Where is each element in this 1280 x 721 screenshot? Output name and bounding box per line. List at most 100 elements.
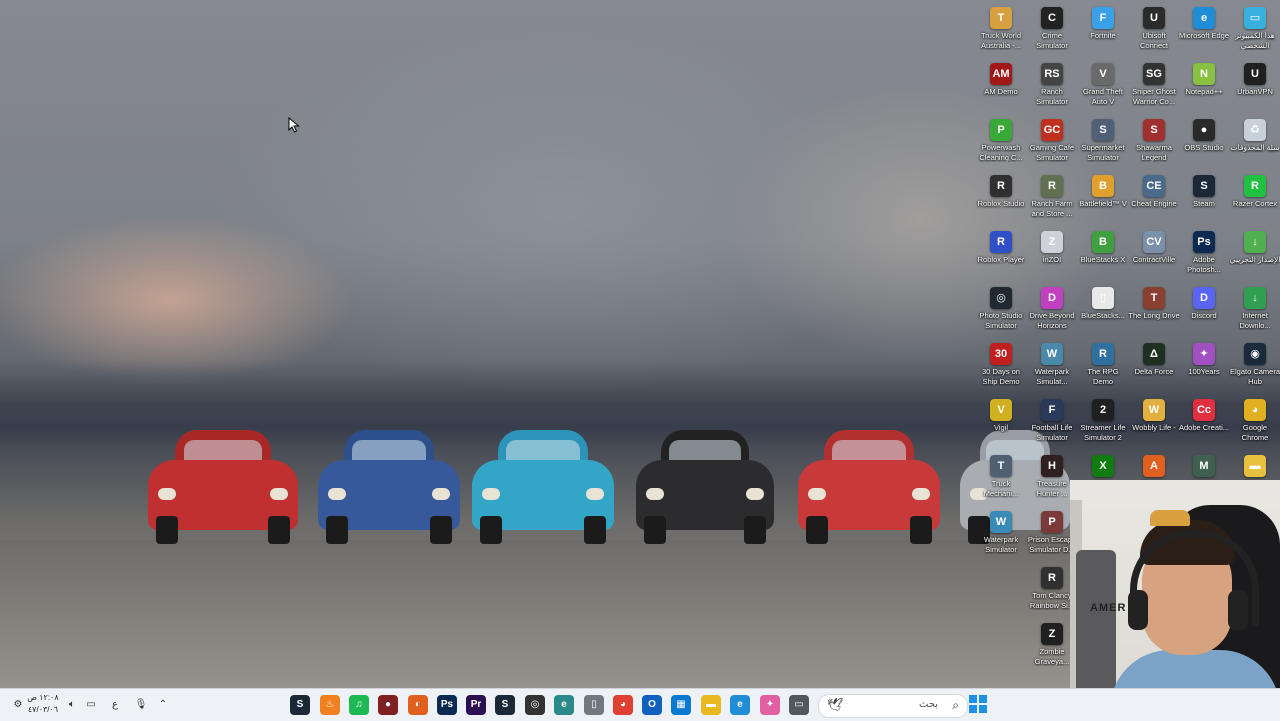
- network-icon[interactable]: ▭: [84, 695, 98, 715]
- desktop-icon-label: Supermarket Simulator: [1081, 143, 1125, 162]
- desktop-icon[interactable]: e Microsoft Edge: [1178, 4, 1230, 58]
- desktop-icon[interactable]: W Wobbly Life -: [1128, 396, 1180, 450]
- taskbar-red-app-icon[interactable]: ●: [378, 695, 398, 715]
- desktop-icon[interactable]: D Discord: [1178, 284, 1230, 338]
- desktop-icon[interactable]: D Drive Beyond Horizons: [1026, 284, 1078, 338]
- desktop-icon[interactable]: B BlueStacks X: [1077, 228, 1129, 282]
- desktop-icon[interactable]: RS Ranch Simulator: [1026, 60, 1078, 114]
- desktop-icon[interactable]: T Truck World Australia -...: [975, 4, 1027, 58]
- desktop-icon-label: Sniper Ghost Warrior Co...: [1132, 87, 1176, 106]
- taskbar-edge-dev-icon[interactable]: e: [554, 695, 574, 715]
- desktop-icon[interactable]: 2 Streamer Life Simulator 2: [1077, 396, 1129, 450]
- taskbar-obs-icon[interactable]: ◎: [525, 695, 545, 715]
- taskbar-spotify-icon[interactable]: ♫: [349, 695, 369, 715]
- app-icon: W: [990, 511, 1012, 533]
- taskbar-flame-app-icon[interactable]: ♨: [320, 695, 340, 715]
- desktop-icon[interactable]: SG Sniper Ghost Warrior Co...: [1128, 60, 1180, 114]
- taskbar-chrome-icon[interactable]: ◕: [613, 695, 633, 715]
- desktop-icon-label: Ubisoft Connect: [1140, 31, 1168, 50]
- microphone-icon[interactable]: 🎙︎: [134, 695, 148, 715]
- desktop-icon[interactable]: AM AM Demo: [975, 60, 1027, 114]
- desktop-icon[interactable]: V Grand Theft Auto V: [1077, 60, 1129, 114]
- search-placeholder: بحث: [919, 699, 939, 710]
- desktop-icon[interactable]: N Notepad++: [1178, 60, 1230, 114]
- taskbar-copilot-icon[interactable]: ✦: [760, 695, 780, 715]
- desktop-icon[interactable]: ◕ Google Chrome: [1229, 396, 1280, 450]
- taskbar-outlook-icon[interactable]: O: [642, 695, 662, 715]
- app-icon: M: [1193, 455, 1215, 477]
- desktop-icon[interactable]: ▯ BlueStacks...: [1077, 284, 1129, 338]
- tray-overflow-chevron-icon[interactable]: ⌃: [156, 695, 170, 715]
- desktop-icon[interactable]: ✦ 100Years: [1178, 340, 1230, 394]
- app-icon: R: [1041, 175, 1063, 197]
- desktop-icon[interactable]: R Razer Cortex: [1229, 172, 1280, 226]
- app-icon: D: [1193, 287, 1215, 309]
- desktop-icon[interactable]: S Shawarma Legend: [1128, 116, 1180, 170]
- desktop-icon[interactable]: S Steam: [1178, 172, 1230, 226]
- taskbar-photoshop-icon[interactable]: Ps: [437, 695, 457, 715]
- desktop-icon[interactable]: T The Long Drive: [1128, 284, 1180, 338]
- desktop-icon[interactable]: R The RPG Demo: [1077, 340, 1129, 394]
- desktop-icon[interactable]: R Ranch Farm and Store ...: [1026, 172, 1078, 226]
- app-icon: 2: [1092, 399, 1114, 421]
- desktop-icon[interactable]: S Supermarket Simulator: [1077, 116, 1129, 170]
- desktop-icon[interactable]: ● OBS Studio: [1178, 116, 1230, 170]
- desktop-icon[interactable]: C Crime Simulator: [1026, 4, 1078, 58]
- desktop-icon-label: Streamer Life Simulator 2: [1080, 423, 1126, 442]
- desktop-icon[interactable]: CV ContractVille: [1128, 228, 1180, 282]
- headset-cup-right: [1228, 590, 1248, 630]
- desktop-icon[interactable]: T Truck Mechani...: [975, 452, 1027, 506]
- desktop-icon[interactable]: V Vigil: [975, 396, 1027, 450]
- desktop-icon[interactable]: Ps Adobe Photosh...: [1178, 228, 1230, 282]
- desktop-icon[interactable]: ZinZOI: [1026, 228, 1078, 282]
- taskbar-edge-icon[interactable]: e: [730, 695, 750, 715]
- desktop-icon-label: Truck World Australia -...: [980, 31, 1021, 50]
- taskbar-steam-2-icon[interactable]: S: [495, 695, 515, 715]
- volume-icon[interactable]: 🔈︎: [64, 695, 80, 715]
- desktop-icon-label: Waterpark Simulat...: [1034, 367, 1070, 386]
- desktop-icon[interactable]: Cc Adobe Creati...: [1178, 396, 1230, 450]
- taskbar-store-icon[interactable]: ▦: [671, 695, 691, 715]
- app-icon: B: [1092, 231, 1114, 253]
- taskbar-orange-app-icon[interactable]: ◐: [408, 695, 428, 715]
- app-icon: ◉: [1244, 343, 1266, 365]
- mouse-cursor-icon: [288, 117, 300, 133]
- desktop-icon[interactable]: GC Gaming Cafe Simulator: [1026, 116, 1078, 170]
- taskbar-phone-icon[interactable]: ▯: [584, 695, 604, 715]
- start-button-windows-icon[interactable]: [969, 695, 987, 713]
- app-icon: Δ: [1143, 343, 1165, 365]
- desktop-icon[interactable]: U Ubisoft Connect: [1128, 4, 1180, 58]
- taskbar-file-explorer-icon[interactable]: ▬: [701, 695, 721, 715]
- desktop-icon[interactable]: ◉ Elgato Camera Hub: [1229, 340, 1280, 394]
- desktop-icon[interactable]: F Fortnite: [1077, 4, 1129, 58]
- app-icon: U: [1143, 7, 1165, 29]
- app-icon: W: [1143, 399, 1165, 421]
- desktop-icon[interactable]: F Football Life Simulator: [1026, 396, 1078, 450]
- desktop-icon[interactable]: R Roblox Studio: [975, 172, 1027, 226]
- desktop-icon[interactable]: P Powerwash Cleaning C...: [975, 116, 1027, 170]
- desktop-icon[interactable]: ◎ Photo Studio Simulator: [975, 284, 1027, 338]
- app-icon: P: [1041, 511, 1063, 533]
- app-icon: SG: [1143, 63, 1165, 85]
- taskbar-premiere-icon[interactable]: Pr: [466, 695, 486, 715]
- desktop-icon[interactable]: ▭ هذا الكمبيوتر الشخصي: [1229, 4, 1280, 58]
- desktop-icon[interactable]: ♻ سلة المحذوفات: [1229, 116, 1280, 170]
- desktop-icon[interactable]: W Waterpark Simulator: [975, 508, 1027, 562]
- system-clock[interactable]: ١٢:٠٨ ص ٤٧/٠٣/٠٦: [26, 692, 60, 716]
- desktop-icon[interactable]: B Battlefield™ V: [1077, 172, 1129, 226]
- desktop-icon[interactable]: W Waterpark Simulat...: [1026, 340, 1078, 394]
- settings-gear-icon[interactable]: ⚙: [10, 695, 26, 715]
- desktop-icon[interactable]: R Roblox Player: [975, 228, 1027, 282]
- desktop-icon[interactable]: Δ Delta Force: [1128, 340, 1180, 394]
- language-indicator[interactable]: ع: [108, 695, 122, 715]
- desktop-icon-label: Microsoft Edge: [1178, 31, 1230, 40]
- taskbar-task-view-icon[interactable]: ▭: [789, 695, 809, 715]
- desktop-icon[interactable]: U UrbanVPN: [1229, 60, 1280, 114]
- desktop-icon[interactable]: ↓ Internet Downlo...: [1229, 284, 1280, 338]
- desktop-icon[interactable]: ↓ الإصدار التجريبي: [1229, 228, 1280, 282]
- taskbar-search[interactable]: 🕊︎ بحث ⌕: [818, 694, 968, 718]
- desktop-icon-label: Roblox Studio: [977, 199, 1025, 208]
- desktop-icon[interactable]: CE Cheat Engine: [1128, 172, 1180, 226]
- taskbar-steam-icon[interactable]: S: [290, 695, 310, 715]
- desktop-icon[interactable]: 30 30 Days on Ship Demo: [975, 340, 1027, 394]
